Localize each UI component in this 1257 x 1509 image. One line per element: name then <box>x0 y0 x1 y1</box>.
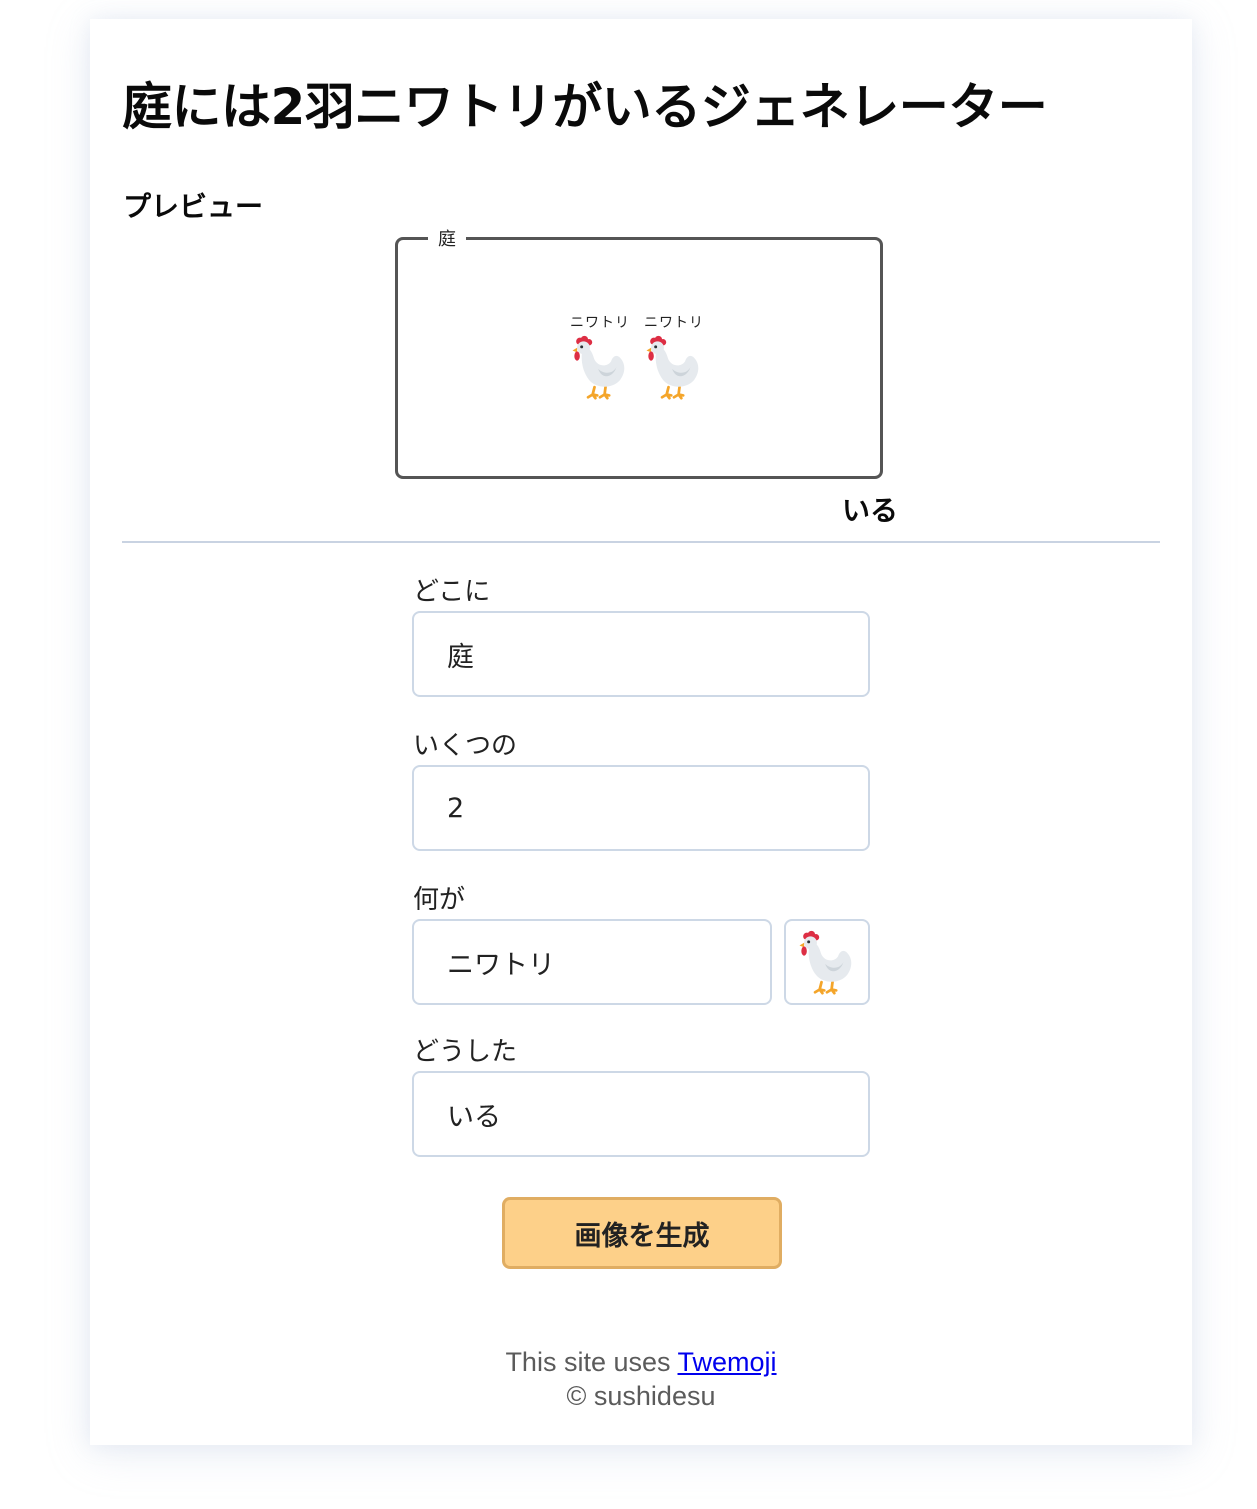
footer-uses-text: This site uses <box>505 1347 678 1377</box>
preview-chicken-name: ニワトリ <box>570 315 630 331</box>
page-title: 庭には2羽ニワトリがいるジェネレーター <box>122 78 1048 136</box>
count-input[interactable] <box>412 765 870 851</box>
preview-place-label: 庭 <box>428 230 466 250</box>
preview-chicken: ニワトリ <box>642 312 706 400</box>
chicken-icon <box>797 929 857 995</box>
chicken-icon <box>570 334 630 400</box>
generate-image-button[interactable]: 画像を生成 <box>502 1197 782 1269</box>
emoji-picker-button[interactable] <box>784 919 870 1005</box>
preview-verb-label: いる <box>842 494 899 527</box>
preview-garden-frame: 庭 ニワトリ ニワトリ <box>395 230 883 479</box>
preview-chicken: ニワトリ <box>568 312 632 400</box>
footer-credit: This site uses Twemoji <box>90 1345 1192 1379</box>
action-input[interactable] <box>412 1071 870 1157</box>
what-label: 何が <box>413 885 466 915</box>
chicken-icon <box>644 334 704 400</box>
footer-copyright: © sushidesu <box>566 1381 716 1411</box>
section-divider <box>122 541 1160 543</box>
footer: This site uses Twemoji © sushidesu <box>90 1345 1192 1413</box>
generator-card: 庭には2羽ニワトリがいるジェネレーター プレビュー 庭 ニワトリ ニワトリ いる… <box>90 19 1192 1445</box>
preview-chicken-name: ニワトリ <box>644 315 704 331</box>
count-label: いくつの <box>413 731 518 761</box>
preview-heading: プレビュー <box>123 190 264 223</box>
twemoji-link[interactable]: Twemoji <box>678 1347 777 1377</box>
preview-chickens: ニワトリ ニワトリ <box>568 312 706 400</box>
what-input[interactable] <box>412 919 772 1005</box>
action-label: どうした <box>413 1037 518 1067</box>
where-input[interactable] <box>412 611 870 697</box>
where-label: どこに <box>413 577 491 607</box>
